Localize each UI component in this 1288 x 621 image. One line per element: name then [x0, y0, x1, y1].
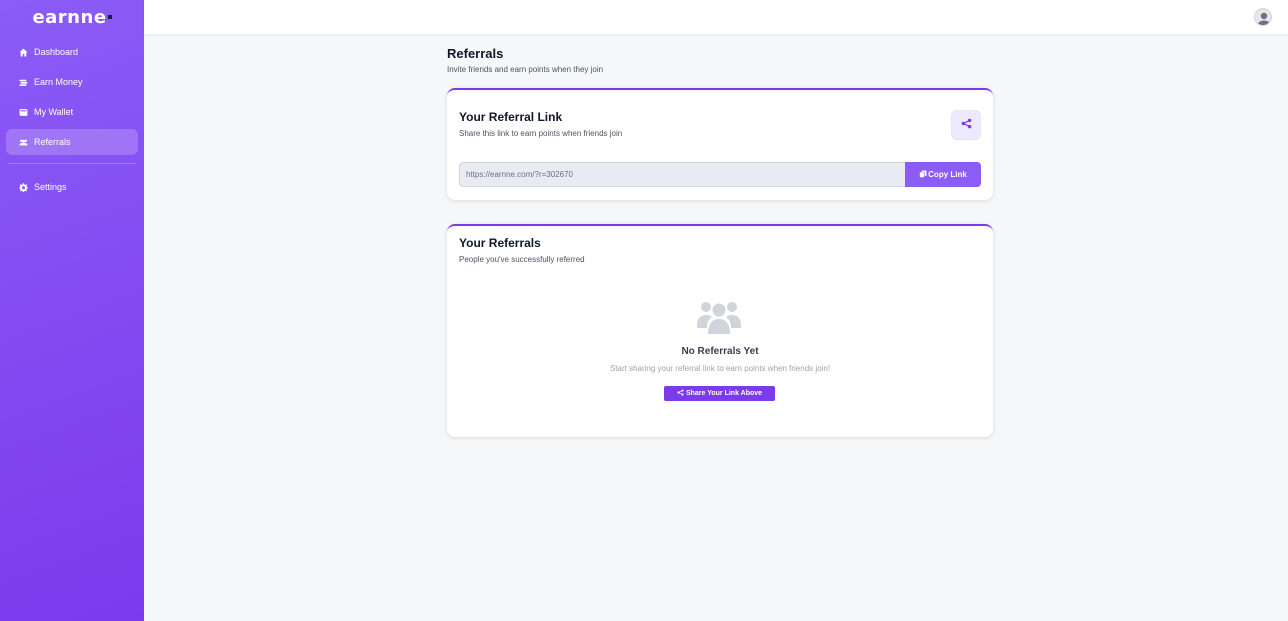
sidebar: earnne Dashboard Earn Money My Wallet Re… — [0, 0, 144, 621]
sidebar-item-dashboard[interactable]: Dashboard — [6, 39, 138, 65]
sidebar-item-referrals[interactable]: Referrals — [6, 129, 138, 155]
empty-state-subtitle: Start sharing your referral link to earn… — [609, 364, 831, 373]
wallet-icon — [18, 107, 28, 117]
share-button[interactable] — [951, 110, 981, 140]
app-logo[interactable]: earnne — [0, 0, 144, 34]
referral-link-row: Copy Link — [459, 162, 981, 187]
money-icon — [18, 77, 28, 87]
sidebar-item-label: Dashboard — [34, 47, 79, 57]
card-title: Your Referrals — [459, 236, 541, 250]
referral-link-input[interactable] — [459, 162, 905, 187]
page-title: Referrals — [447, 46, 504, 61]
share-link-above-button[interactable]: Share Your Link Above — [664, 386, 775, 401]
sidebar-item-settings[interactable]: Settings — [6, 174, 138, 200]
share-icon — [677, 389, 686, 398]
referrals-card: Your Referrals People you've successfull… — [447, 224, 993, 437]
top-bar — [144, 0, 1288, 34]
card-title: Your Referral Link — [459, 110, 563, 124]
copy-link-button[interactable]: Copy Link — [905, 162, 981, 187]
sidebar-item-label: My Wallet — [34, 107, 74, 117]
sidebar-item-label: Settings — [34, 182, 67, 192]
referral-link-card: Your Referral Link Share this link to ea… — [447, 88, 993, 200]
sidebar-item-my-wallet[interactable]: My Wallet — [6, 99, 138, 125]
logo-dot — [107, 15, 112, 19]
sidebar-item-label: Referrals — [34, 137, 71, 147]
sidebar-divider — [8, 163, 136, 164]
user-avatar-icon[interactable] — [1254, 8, 1272, 26]
sidebar-nav: Dashboard Earn Money My Wallet Referrals — [0, 34, 144, 200]
share-icon — [961, 116, 972, 134]
users-empty-icon — [697, 298, 741, 334]
copy-icon — [919, 170, 928, 180]
sidebar-item-label: Earn Money — [34, 77, 83, 87]
page-subtitle: Invite friends and earn points when they… — [447, 65, 604, 74]
sidebar-item-earn-money[interactable]: Earn Money — [6, 69, 138, 95]
gear-icon — [18, 182, 28, 192]
card-subtitle: Share this link to earn points when frie… — [459, 129, 623, 138]
card-subtitle: People you've successfully referred — [459, 255, 585, 264]
copy-link-label: Copy Link — [928, 170, 967, 179]
users-icon — [18, 137, 28, 147]
home-icon — [18, 47, 28, 57]
empty-state-title: No Referrals Yet — [681, 346, 759, 357]
logo-text: earnne — [32, 6, 107, 28]
cta-label: Share Your Link Above — [685, 390, 763, 397]
